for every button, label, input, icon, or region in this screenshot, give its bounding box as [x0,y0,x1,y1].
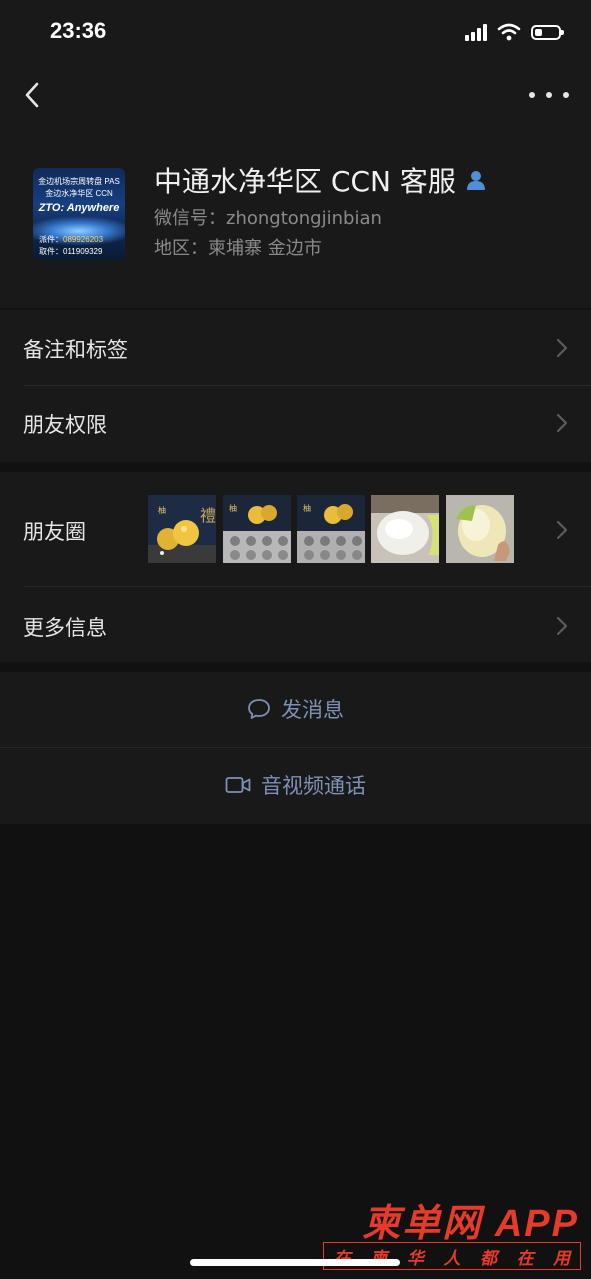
chevron-right-icon [556,616,568,636]
svg-text:柚: 柚 [303,503,311,513]
moments-photo-pomelo-box[interactable]: 柚 禮 [148,495,216,563]
video-camera-icon [225,777,251,793]
send-message-button[interactable]: 发消息 [0,672,591,746]
avatar-brand: ZTO: Anywhere [38,202,120,214]
chevron-right-icon [556,413,568,433]
chevron-left-icon[interactable] [18,80,48,110]
battery-level [535,28,542,36]
chevron-right-icon [556,520,568,540]
nav-bar [0,64,591,126]
contact-name: 中通水净华区 CCN 客服 [154,165,456,198]
region: 地区：柬埔寨 金边市 [154,238,322,259]
remarks-tags-row[interactable]: 备注和标签 [0,310,591,385]
friend-permissions-label: 朋友权限 [23,413,107,437]
status-time: 23:36 [50,18,107,43]
svg-text:柚: 柚 [158,505,166,515]
avatar-line-1: 金边机场宗周转盘 PAS [38,177,120,186]
status-bar: 23:36 [0,0,591,64]
avatar[interactable]: 金边机场宗周转盘 PAS 金边水净华区 CCN ZTO: Anywhere 派件… [33,168,125,260]
wechat-id: 微信号：zhongtongjinbian [154,208,382,229]
chevron-right-icon [556,338,568,358]
wifi-icon [497,23,521,41]
svg-text:柚: 柚 [229,503,237,513]
send-message-label: 发消息 [281,698,344,722]
svg-text:禮: 禮 [200,506,216,525]
avatar-line-2: 金边水净华区 CCN [45,189,113,198]
settings-section: 备注和标签 朋友权限 [0,310,591,462]
name-row: 中通水净华区 CCN 客服 [154,160,486,200]
moments-photo-pomelo-peeled[interactable] [446,495,514,563]
cellular-signal-icon [465,23,487,41]
ellipsis-icon[interactable] [529,88,569,102]
more-info-row[interactable]: 更多信息 [0,586,591,662]
home-indicator[interactable] [190,1259,400,1266]
watermark-title: 柬单网 APP [362,1203,579,1245]
moments-label: 朋友圈 [23,520,86,544]
person-icon [466,171,485,190]
video-call-label: 音视频通话 [261,774,366,798]
friend-permissions-row[interactable]: 朋友权限 [0,385,591,461]
more-info-label: 更多信息 [23,616,107,640]
moments-photo-pomelo-flesh[interactable] [371,495,439,563]
chat-bubble-icon [248,699,270,719]
video-call-button[interactable]: 音视频通话 [0,748,591,822]
avatar-pickup-row: 取件：011909329 [39,247,103,256]
actions-section: 发消息 音视频通话 [0,672,591,824]
system-icons [465,20,564,44]
avatar-send-row: 派件：089926203 [39,235,104,244]
profile-header: 金边机场宗周转盘 PAS 金边水净华区 CCN ZTO: Anywhere 派件… [0,126,591,308]
moments-photo-pomelo-tray-1[interactable]: 柚 [223,495,291,563]
remarks-tags-label: 备注和标签 [23,338,128,362]
moments-photo-pomelo-tray-2[interactable]: 柚 [297,495,365,563]
battery-icon [531,24,564,40]
